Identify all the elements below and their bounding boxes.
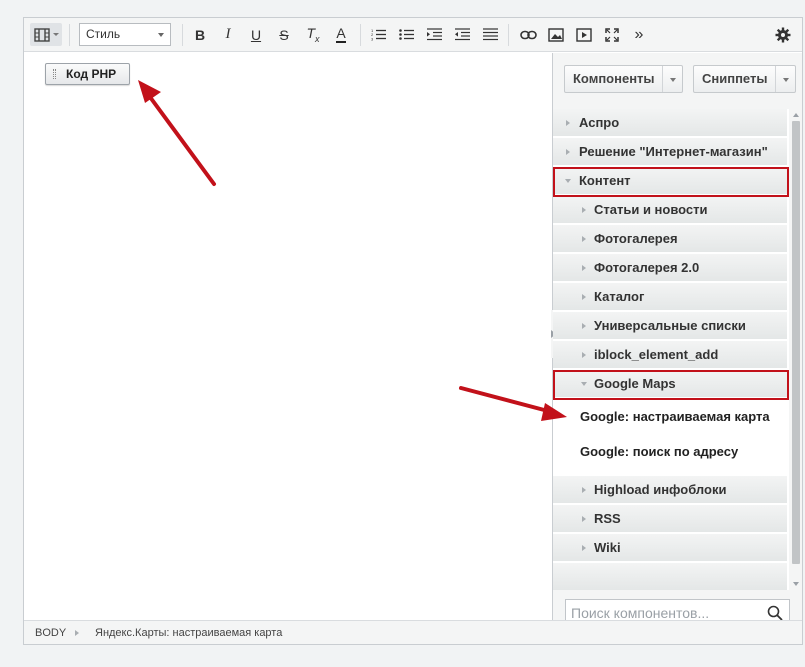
tree-item-photogallery[interactable]: Фотогалерея [553,225,787,253]
italic-icon: I [225,26,231,42]
tree-item-partial[interactable] [553,563,787,590]
video-icon [576,27,592,42]
chevron-right-icon [582,352,586,358]
chevron-down-icon[interactable] [775,66,795,92]
highlight-frame-content [553,167,789,197]
toolbar-divider [508,24,509,46]
indent-icon [426,28,442,41]
outdent-icon [454,28,470,41]
strikethrough-icon: S [279,26,289,43]
tree-item-highload[interactable]: Highload инфоблоки [553,476,787,504]
breadcrumb-component[interactable]: Яндекс.Карты: настраиваемая карта [95,621,282,645]
more-button[interactable]: » [629,23,649,46]
search-icon[interactable] [767,605,783,621]
numbered-list-button[interactable]: 123 [368,23,388,46]
tree-scrollbar[interactable] [789,109,802,590]
breadcrumb-separator-icon [75,630,79,636]
toolbar-divider [69,24,70,46]
tree-item-rss[interactable]: RSS [553,505,787,533]
editor-toolbar: Стиль B I U S Tx A 123 » [24,18,802,52]
chevron-down-icon [158,33,164,37]
justify-button[interactable] [480,23,500,46]
font-color-button[interactable]: A [331,23,351,46]
strikethrough-button[interactable]: S [274,23,294,46]
indent-button[interactable] [424,23,444,46]
drag-handle-icon[interactable] [53,69,56,79]
chevron-right-icon [582,323,586,329]
tree-item-aspro[interactable]: Аспро [553,109,787,137]
italic-button[interactable]: I [218,23,238,46]
chevron-right-icon [582,236,586,242]
style-select[interactable]: Стиль [79,23,171,46]
component-google-address-search[interactable]: Google: поиск по адресу [553,434,787,469]
bold-icon: B [194,26,206,43]
snippets-button-label: Сниппеты [702,71,768,86]
more-icon: » [634,25,644,43]
numbered-list-icon: 123 [371,28,386,41]
bold-button[interactable]: B [190,23,210,46]
chevron-down-icon[interactable] [662,66,682,92]
chevron-right-icon [582,207,586,213]
chevron-right-icon [582,294,586,300]
image-icon [548,27,564,42]
settings-button[interactable] [772,23,794,46]
chevron-right-icon [566,149,570,155]
tree-item-iblock-element-add[interactable]: iblock_element_add [553,341,787,369]
php-code-label: Код PHP [66,67,117,81]
components-button[interactable]: Компоненты [564,65,683,93]
tree-item-photogallery2[interactable]: Фотогалерея 2.0 [553,254,787,282]
status-bar: BODY Яндекс.Карты: настраиваемая карта [24,620,802,644]
tree-item-universal-lists[interactable]: Универсальные списки [553,312,787,340]
component-google-custom-map[interactable]: Google: настраиваемая карта [553,399,787,434]
components-button-label: Компоненты [573,71,655,86]
bullet-list-icon [398,29,414,40]
highlight-frame-google-maps [553,370,789,400]
chevron-right-icon [582,516,586,522]
components-panel: Компоненты Сниппеты Аспро Решение "Интер… [553,53,802,627]
link-button[interactable] [517,23,539,46]
breadcrumb-body[interactable]: BODY [35,621,66,645]
chevron-right-icon [582,545,586,551]
source-icon [33,27,50,42]
image-button[interactable] [545,23,567,46]
remove-format-button[interactable]: Tx [302,23,324,46]
underline-button[interactable]: U [246,23,266,46]
svg-text:3: 3 [371,37,374,42]
php-code-block[interactable]: Код PHP [45,63,130,85]
link-icon [519,30,537,39]
chevron-right-icon [582,265,586,271]
editor-content-area[interactable]: Код PHP [24,53,552,620]
fullscreen-icon [605,27,619,42]
snippets-button[interactable]: Сниппеты [693,65,796,93]
style-select-value: Стиль [86,27,121,41]
components-tree: Аспро Решение "Интернет-магазин" Контент… [553,109,789,590]
bullet-list-button[interactable] [396,23,416,46]
fullscreen-button[interactable] [601,23,623,46]
underline-icon: U [250,26,262,43]
tree-item-catalog[interactable]: Каталог [553,283,787,311]
remove-format-icon: Tx [306,25,320,44]
video-button[interactable] [573,23,595,46]
tree-item-articles[interactable]: Статьи и новости [553,196,787,224]
scroll-down-icon[interactable] [793,582,799,586]
outdent-button[interactable] [452,23,472,46]
justify-icon [482,28,498,41]
settings-icon [775,27,791,42]
toolbar-divider [182,24,183,46]
chevron-down-icon [52,33,59,36]
scrollbar-thumb[interactable] [792,121,800,564]
chevron-right-icon [582,487,586,493]
html-editor: Стиль B I U S Tx A 123 » Код PHP Компоне… [23,17,803,645]
tree-item-wiki[interactable]: Wiki [553,534,787,562]
chevron-right-icon [566,120,570,126]
tree-item-solution[interactable]: Решение "Интернет-магазин" [553,138,787,166]
scroll-up-icon[interactable] [793,113,799,117]
toolbar-divider [360,24,361,46]
source-mode-button[interactable] [30,23,62,46]
font-color-icon: A [336,25,346,43]
